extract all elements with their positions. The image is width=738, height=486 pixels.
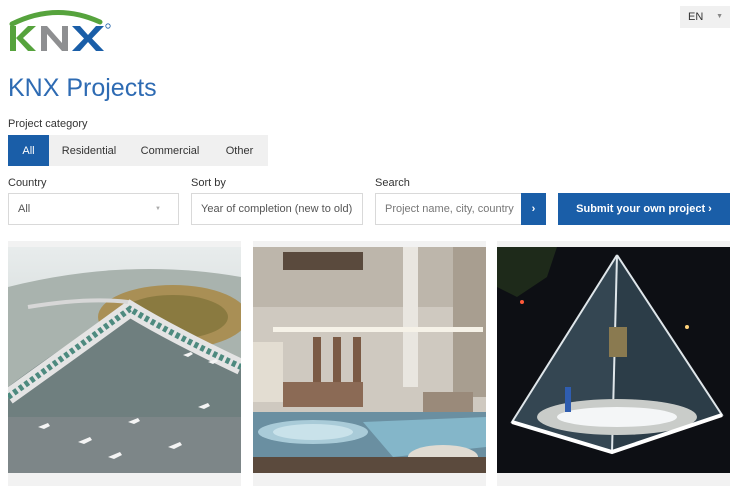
sort-select[interactable]: Year of completion (new to old) — [191, 193, 363, 225]
search-label: Search — [375, 177, 410, 189]
project-image-hotel-pool — [253, 247, 486, 473]
chevron-down-icon: ▼ — [155, 206, 161, 212]
country-select[interactable]: All ▼ — [8, 193, 179, 225]
search-input[interactable] — [375, 193, 522, 225]
category-label: Project category — [8, 118, 88, 130]
country-label: Country — [8, 177, 47, 189]
project-card[interactable] — [497, 241, 730, 486]
project-card[interactable] — [253, 241, 486, 486]
tab-other[interactable]: Other — [211, 135, 268, 166]
page-title: KNX Projects — [8, 74, 157, 102]
project-card[interactable] — [8, 241, 241, 486]
tab-all[interactable]: All — [8, 135, 49, 166]
knx-logo[interactable] — [8, 8, 112, 54]
tab-commercial[interactable]: Commercial — [129, 135, 211, 166]
project-image-airport — [8, 247, 241, 473]
search-button[interactable]: › — [521, 193, 546, 225]
submit-project-button[interactable]: Submit your own project › — [558, 193, 730, 225]
chevron-right-icon: › — [531, 203, 536, 215]
chevron-down-icon: ▼ — [716, 13, 723, 20]
project-image-glass-pyramid — [497, 247, 730, 473]
tab-residential[interactable]: Residential — [49, 135, 129, 166]
language-select[interactable]: EN ▼ — [680, 6, 730, 28]
sort-label: Sort by — [191, 177, 226, 189]
language-value: EN — [688, 11, 704, 23]
category-tabs: All Residential Commercial Other — [8, 135, 268, 166]
knx-logo-graphic — [9, 10, 111, 51]
sort-value: Year of completion (new to old) — [201, 203, 353, 215]
country-value: All — [18, 203, 31, 215]
